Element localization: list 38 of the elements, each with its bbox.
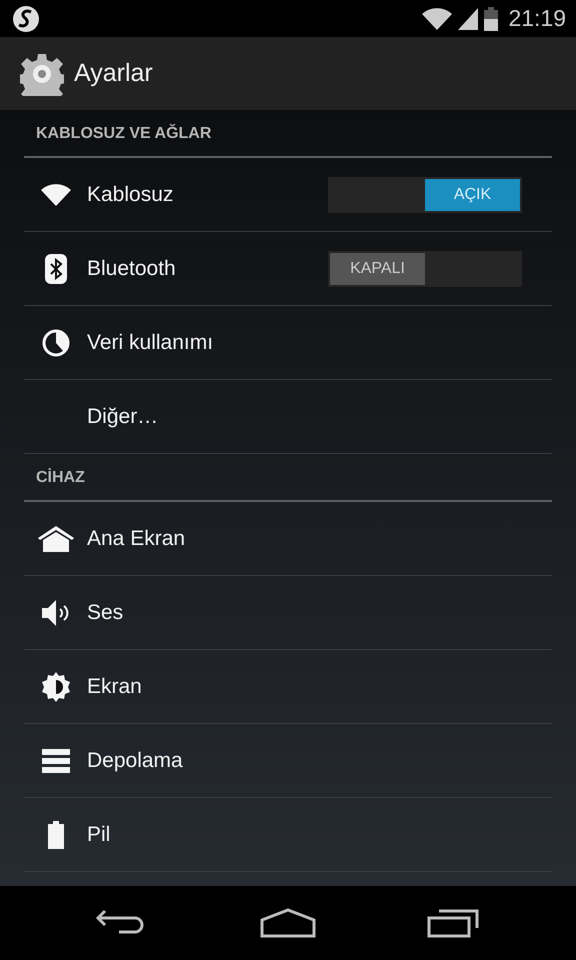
battery-icon [484, 6, 498, 30]
brightness-icon [40, 672, 70, 702]
app-logo-icon [12, 4, 40, 32]
section-title: CİHAZ [36, 469, 85, 487]
clock-time: 21:19 [508, 5, 566, 32]
setting-label: Kablosuz [87, 182, 174, 206]
storage-icon [42, 748, 70, 772]
settings-row[interactable]: Diğer… [24, 380, 552, 454]
setting-label: Diğer… [87, 404, 158, 428]
settings-row[interactable]: Kablosuz AÇIK [24, 158, 552, 232]
setting-label: Ana Ekran [87, 526, 186, 550]
toggle-switch[interactable]: KAPALI [328, 250, 522, 286]
setting-label: Ses [87, 600, 124, 624]
setting-label: Veri kullanımı [87, 330, 214, 354]
bluetooth-icon [44, 254, 66, 284]
setting-label: Bluetooth [87, 256, 176, 280]
settings-row[interactable]: Bluetooth KAPALI [24, 232, 552, 306]
settings-row[interactable]: Ana Ekran [24, 502, 552, 576]
signal-icon [458, 8, 478, 30]
settings-row[interactable]: Pil [24, 798, 552, 872]
settings-row[interactable]: Depolama [24, 724, 552, 798]
speaker-icon [40, 598, 72, 628]
section-title: KABLOSUZ VE AĞLAR [36, 125, 212, 143]
screen-title: Ayarlar [74, 59, 153, 88]
wifi-icon [422, 8, 452, 30]
pie-chart-icon [42, 328, 70, 356]
switch-thumb: AÇIK [425, 178, 520, 210]
settings-row[interactable]: Veri kullanımı [24, 306, 552, 380]
setting-label: Ekran [87, 674, 142, 698]
wifi-icon [40, 184, 70, 206]
settings-icon [20, 52, 64, 96]
house-icon [38, 526, 74, 552]
setting-label: Depolama [87, 748, 183, 772]
settings-row[interactable]: Ekran [24, 650, 552, 724]
battery-icon [48, 820, 64, 848]
settings-row[interactable]: Ses [24, 576, 552, 650]
switch-thumb: KAPALI [330, 252, 425, 284]
setting-label: Pil [87, 822, 110, 846]
